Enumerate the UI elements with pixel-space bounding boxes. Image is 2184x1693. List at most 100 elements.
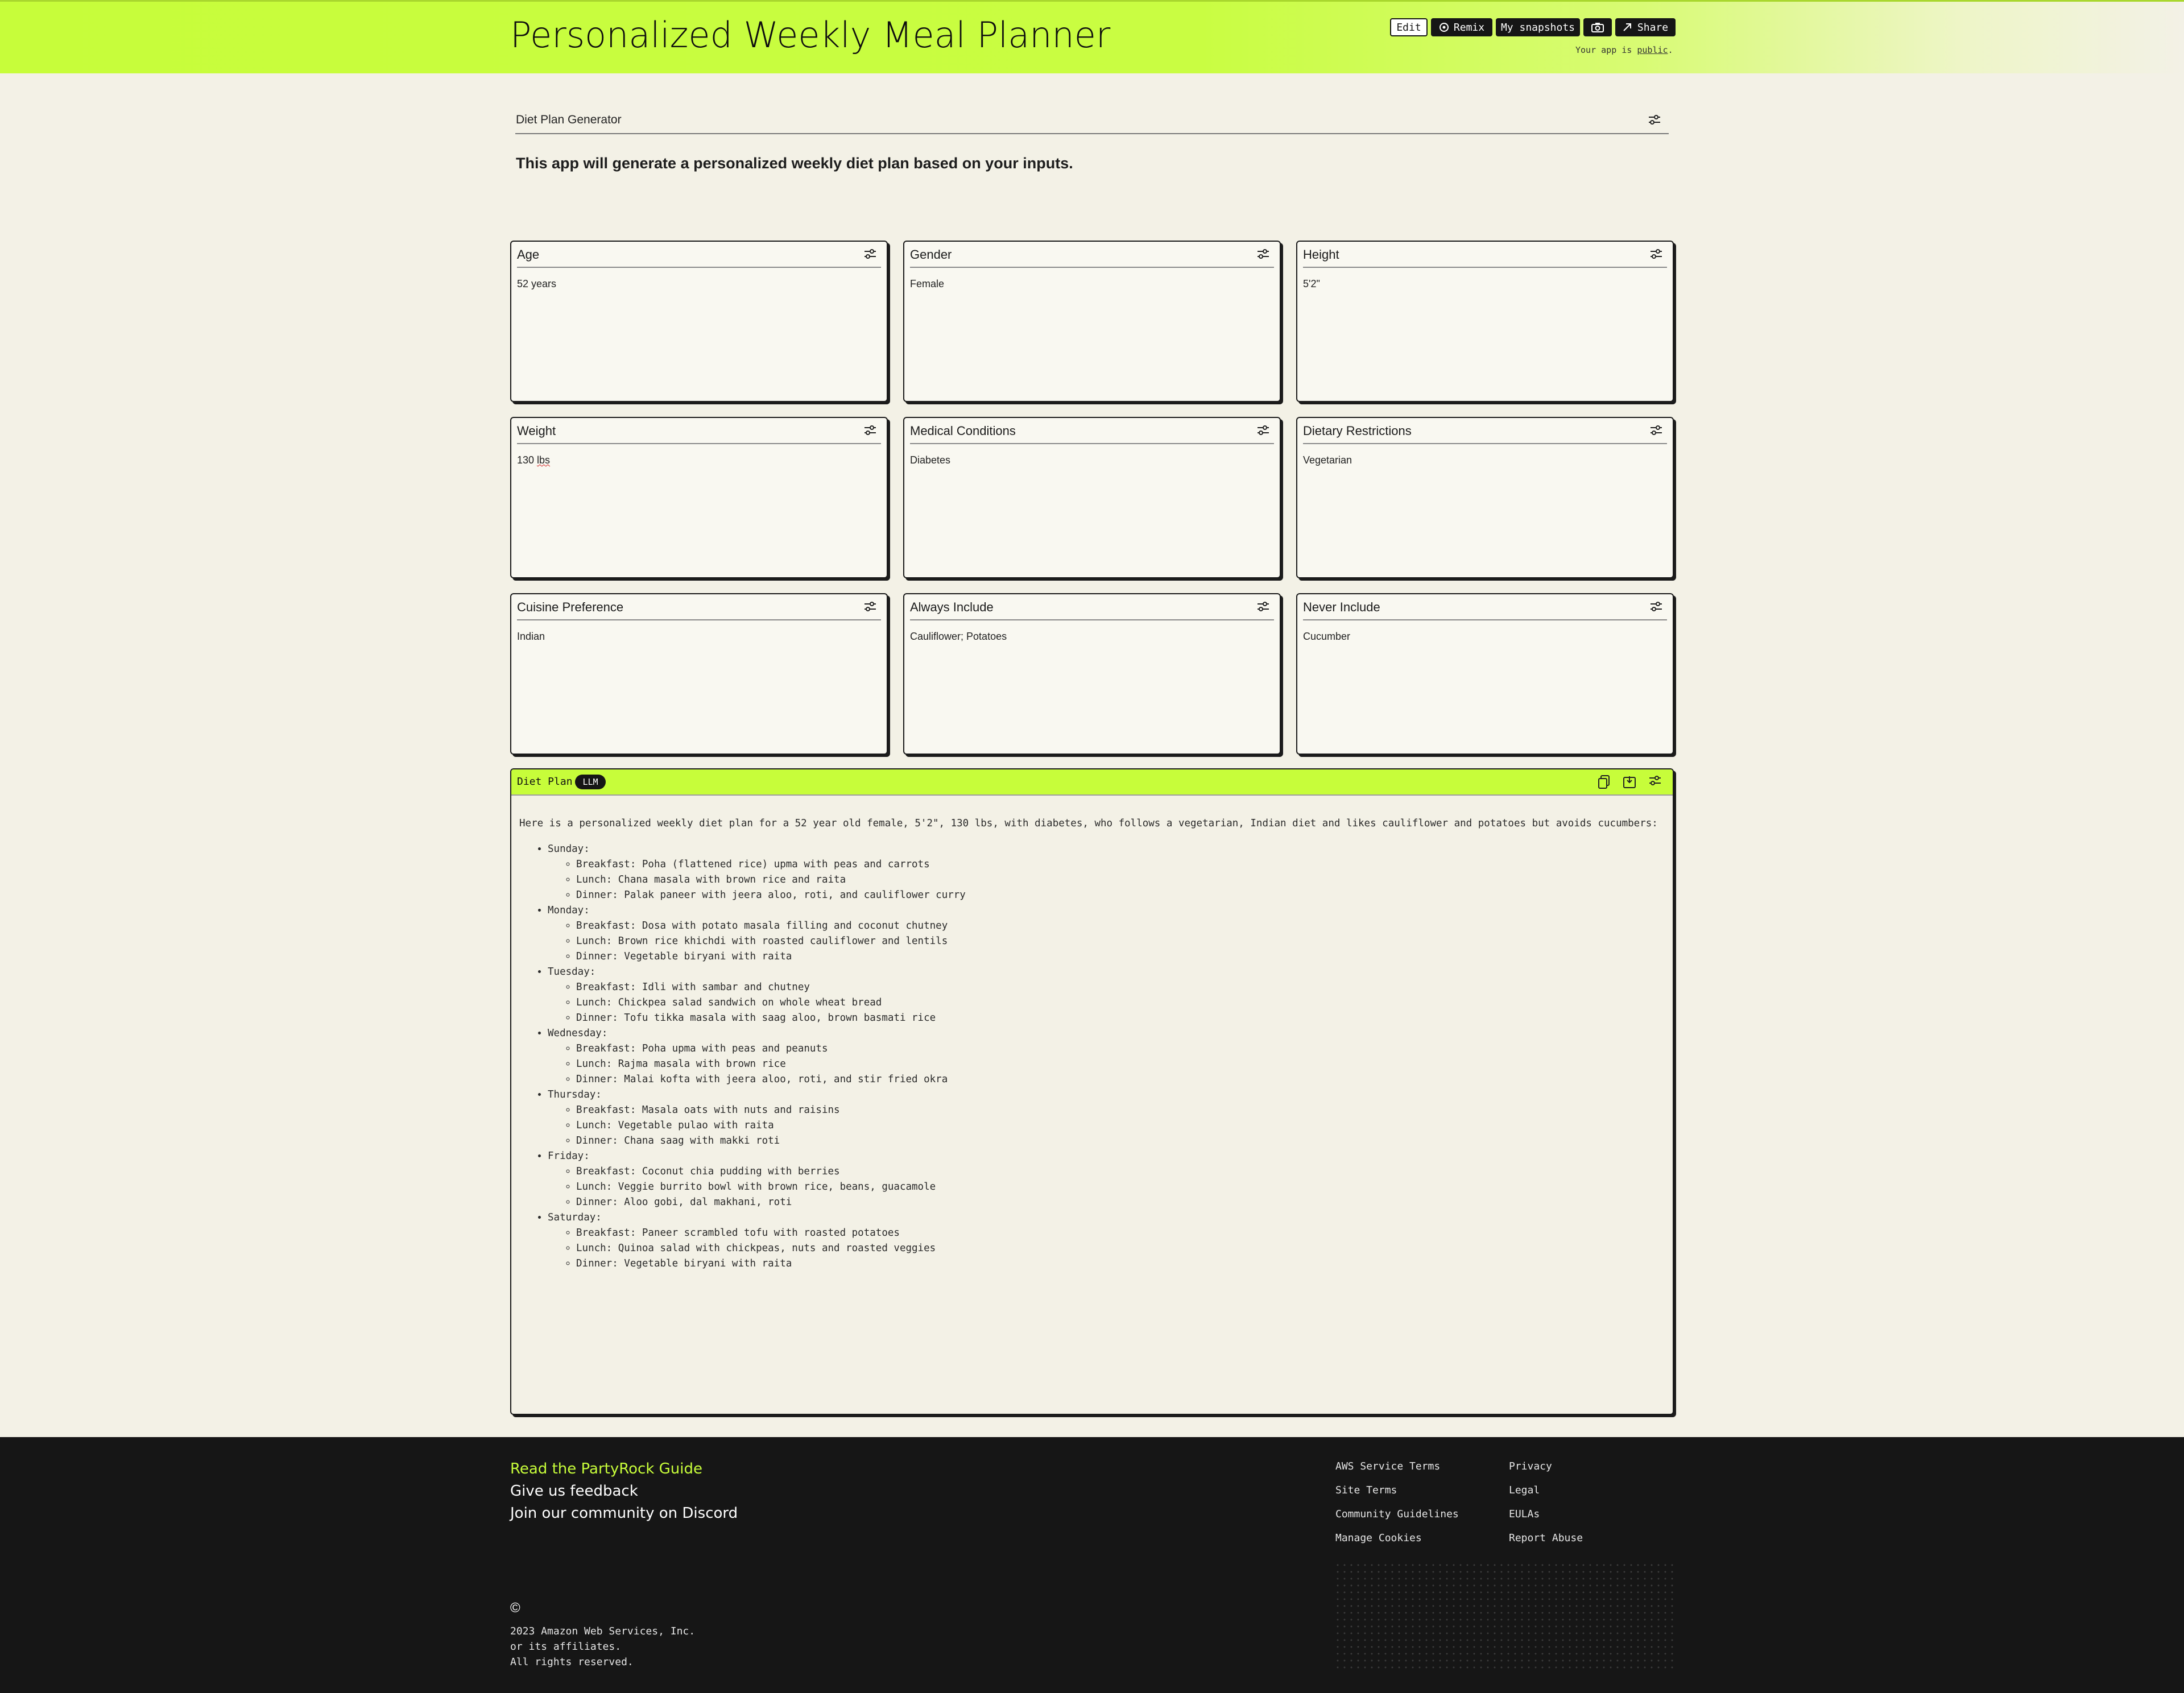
diet-plan-header: Diet Plan LLM [511,769,1673,796]
always-include-input[interactable]: Cauliflower; Potatoes [910,631,1007,643]
meals-list: Breakfast: Dosa with potato masala filli… [548,918,1665,965]
card-never-include[interactable]: Never Include Cucumber [1296,593,1674,755]
llm-badge: LLM [575,775,606,789]
aws-service-terms-link[interactable]: AWS Service Terms [1335,1460,1440,1472]
copyright-line: or its affiliates. [510,1641,622,1653]
weight-input[interactable]: 130 lbs [517,454,550,466]
share-button[interactable]: Share [1615,18,1676,36]
diet-plan-output: Here is a personalized weekly diet plan … [519,816,1665,1272]
weight-unit: lbs [537,454,551,466]
sliders-icon [1258,602,1269,611]
card-divider [517,443,881,444]
medical-conditions-input[interactable]: Diabetes [910,454,950,466]
public-status: Your app is public. [1575,45,1673,55]
legal-link[interactable]: Legal [1509,1484,1540,1496]
manage-cookies-link[interactable]: Manage Cookies [1335,1532,1422,1544]
card-divider [1303,267,1667,268]
list-item: Tuesday: Breakfast: Idli with sambar and… [548,965,1665,1026]
card-settings-button[interactable] [864,425,876,439]
copy-button[interactable] [1598,775,1610,792]
list-item: Lunch: Vegetable pulao with raita [576,1118,1665,1133]
save-button[interactable] [1623,775,1636,792]
meals-list: Breakfast: Masala oats with nuts and rai… [548,1103,1665,1149]
list-item: Breakfast: Idli with sambar and chutney [576,980,1665,995]
gender-input[interactable]: Female [910,278,944,290]
public-prefix: Your app is [1575,45,1637,55]
plan-settings-button[interactable] [1649,775,1661,792]
sliders-icon [1651,602,1662,611]
sliders-icon [1651,249,1662,259]
dot-grid-decoration [1334,1562,1674,1669]
public-suffix: . [1668,45,1673,55]
card-divider [910,443,1274,444]
card-settings-button[interactable] [864,249,876,263]
share-label: Share [1637,21,1669,34]
community-guidelines-link[interactable]: Community Guidelines [1335,1508,1459,1520]
sliders-icon [864,425,876,435]
card-age[interactable]: Age 52 years [510,241,888,402]
list-item: Saturday: Breakfast: Paneer scrambled to… [548,1210,1665,1272]
card-title: Always Include [910,600,994,614]
intro-widget-label: Diet Plan Generator [516,113,622,126]
card-title: Age [517,247,540,262]
list-item: Lunch: Chickpea salad sandwich on whole … [576,995,1665,1011]
card-settings-button[interactable] [1257,601,1269,615]
list-item: Breakfast: Paneer scrambled tofu with ro… [576,1226,1665,1241]
day-label: Friday: [548,1150,590,1162]
never-include-input[interactable]: Cucumber [1303,631,1350,643]
list-item: Lunch: Brown rice khichdi with roasted c… [576,934,1665,949]
remix-button[interactable]: Remix [1431,18,1492,36]
snapshot-camera-button[interactable] [1583,18,1612,36]
list-item: Lunch: Veggie burrito bowl with brown ri… [576,1179,1665,1195]
sliders-icon [864,602,876,611]
my-snapshots-button[interactable]: My snapshots [1496,18,1580,36]
card-title: Weight [517,424,556,438]
sliders-icon [1651,425,1662,435]
card-settings-button[interactable] [1650,249,1662,263]
day-label: Monday: [548,905,590,916]
age-input[interactable]: 52 years [517,278,556,290]
diet-plan-widget: Diet Plan LLM Here is a personalized wee… [510,768,1674,1415]
list-item: Dinner: Vegetable biryani with raita [576,949,1665,965]
day-label: Saturday: [548,1212,602,1223]
card-settings-button[interactable] [1650,425,1662,439]
list-item: Lunch: Quinoa salad with chickpeas, nuts… [576,1241,1665,1256]
card-always-include[interactable]: Always Include Cauliflower; Potatoes [903,593,1281,755]
meals-list: Breakfast: Poha upma with peas and peanu… [548,1041,1665,1087]
card-title: Medical Conditions [910,424,1016,438]
height-input[interactable]: 5'2" [1303,278,1320,290]
card-dietary-restrictions[interactable]: Dietary Restrictions Vegetarian [1296,417,1674,578]
card-divider [517,267,881,268]
privacy-link[interactable]: Privacy [1509,1460,1552,1472]
days-list: Sunday: Breakfast: Poha (flattened rice)… [519,842,1665,1272]
edit-button[interactable]: Edit [1390,18,1428,36]
public-link[interactable]: public [1637,45,1668,55]
card-settings-button[interactable] [1257,425,1269,439]
discord-link[interactable]: Join our community on Discord [510,1505,738,1522]
list-item: Dinner: Tofu tikka masala with saag aloo… [576,1011,1665,1026]
card-settings-button[interactable] [1650,601,1662,615]
eulas-link[interactable]: EULAs [1509,1508,1540,1520]
copyright-symbol: © [510,1600,520,1616]
card-cuisine-preference[interactable]: Cuisine Preference Indian [510,593,888,755]
intro-settings-button[interactable] [1648,114,1661,129]
card-title: Gender [910,247,952,262]
list-item: Dinner: Chana saag with makki roti [576,1133,1665,1149]
partyrock-guide-link[interactable]: Read the PartyRock Guide [510,1460,702,1477]
card-gender[interactable]: Gender Female [903,241,1281,402]
card-height[interactable]: Height 5'2" [1296,241,1674,402]
site-terms-link[interactable]: Site Terms [1335,1484,1397,1496]
list-item: Thursday: Breakfast: Masala oats with nu… [548,1087,1665,1149]
feedback-link[interactable]: Give us feedback [510,1483,638,1500]
card-weight[interactable]: Weight 130 lbs [510,417,888,578]
dietary-restrictions-input[interactable]: Vegetarian [1303,454,1352,466]
cuisine-preference-input[interactable]: Indian [517,631,545,643]
meals-list: Breakfast: Coconut chia pudding with ber… [548,1164,1665,1210]
list-item: Dinner: Vegetable biryani with raita [576,1256,1665,1272]
card-settings-button[interactable] [1257,249,1269,263]
card-title: Never Include [1303,600,1380,614]
report-abuse-link[interactable]: Report Abuse [1509,1532,1583,1544]
card-medical-conditions[interactable]: Medical Conditions Diabetes [903,417,1281,578]
card-settings-button[interactable] [864,601,876,615]
sliders-icon [1649,776,1661,785]
